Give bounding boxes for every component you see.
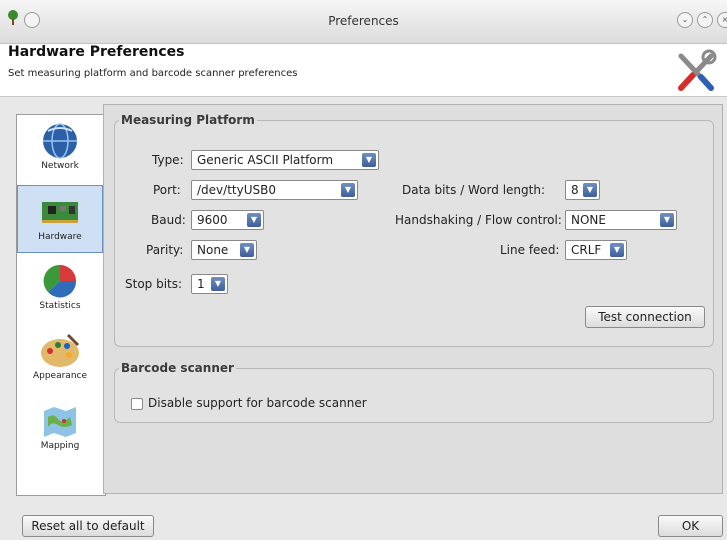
page-subtitle: Set measuring platform and barcode scann… xyxy=(8,68,298,79)
circuit-board-icon xyxy=(42,202,78,223)
sidebar-item-label: Statistics xyxy=(39,301,81,311)
sidebar-item-label: Mapping xyxy=(40,441,80,451)
ok-button[interactable]: OK xyxy=(658,515,723,537)
sidebar-item-label: Hardware xyxy=(38,232,82,242)
pie-chart-icon xyxy=(43,264,77,298)
title-bar: Preferences ⌄ ⌃ × xyxy=(0,0,727,44)
page-header: Hardware Preferences Set measuring platf… xyxy=(0,44,727,97)
selected-value: 9600 xyxy=(197,213,228,227)
chevron-down-icon: ▼ xyxy=(240,243,254,257)
line-feed-label: Line feed: xyxy=(500,243,560,257)
footer-bar: Reset all to default OK xyxy=(0,496,727,540)
selected-value: 8 xyxy=(571,183,579,197)
sidebar-item-label: Appearance xyxy=(32,371,88,381)
map-icon xyxy=(44,407,76,437)
sidebar-item-network[interactable]: Network xyxy=(17,117,103,183)
group-title: Barcode scanner xyxy=(121,361,234,375)
settings-pane: Measuring Platform Type: Generic ASCII P… xyxy=(103,104,723,494)
baud-label: Baud: xyxy=(151,213,186,227)
globe-icon xyxy=(43,123,77,159)
chevron-down-icon: ▼ xyxy=(211,277,225,291)
stop-bits-select[interactable]: 1 ▼ xyxy=(191,274,228,294)
data-bits-label: Data bits / Word length: xyxy=(402,183,545,197)
chevron-down-icon: ▼ xyxy=(341,183,355,197)
palette-icon xyxy=(41,333,80,367)
close-button[interactable]: × xyxy=(717,12,727,28)
window-title: Preferences xyxy=(328,14,399,28)
parity-label: Parity: xyxy=(146,243,184,257)
selected-value: 1 xyxy=(197,277,205,291)
type-select[interactable]: Generic ASCII Platform ▼ xyxy=(191,150,379,170)
sidebar-item-statistics[interactable]: Statistics xyxy=(17,257,103,323)
sidebar-item-mapping[interactable]: Mapping xyxy=(17,397,103,463)
reset-all-button[interactable]: Reset all to default xyxy=(22,515,154,537)
selected-value: NONE xyxy=(571,213,606,227)
chevron-down-icon: ▼ xyxy=(583,183,597,197)
stop-bits-label: Stop bits: xyxy=(125,277,183,291)
chevron-down-icon: ▼ xyxy=(362,153,376,167)
page-title: Hardware Preferences xyxy=(8,44,185,60)
minimize-button[interactable]: ⌄ xyxy=(677,12,693,28)
tools-icon xyxy=(678,49,717,91)
chevron-down-icon: ▼ xyxy=(610,243,624,257)
selected-value: CRLF xyxy=(571,243,602,257)
sidebar-item-hardware[interactable]: Hardware xyxy=(17,185,103,253)
test-connection-button[interactable]: Test connection xyxy=(585,306,705,328)
maximize-button[interactable]: ⌃ xyxy=(697,12,713,28)
selected-value: Generic ASCII Platform xyxy=(197,153,334,167)
baud-select[interactable]: 9600 ▼ xyxy=(191,210,264,230)
sidebar-item-appearance[interactable]: Appearance xyxy=(17,327,103,393)
parity-select[interactable]: None ▼ xyxy=(191,240,257,260)
port-select[interactable]: /dev/ttyUSB0 ▼ xyxy=(191,180,358,200)
data-bits-select[interactable]: 8 ▼ xyxy=(565,180,600,200)
selected-value: None xyxy=(197,243,229,257)
barcode-scanner-group: Barcode scanner xyxy=(114,361,714,423)
handshaking-select[interactable]: NONE ▼ xyxy=(565,210,677,230)
line-feed-select[interactable]: CRLF ▼ xyxy=(565,240,627,260)
port-label: Port: xyxy=(153,183,181,197)
group-title: Measuring Platform xyxy=(121,113,255,127)
sidebar-nav: Network Hardware Statistics Appearance M… xyxy=(16,114,106,496)
handshaking-label: Handshaking / Flow control: xyxy=(395,213,562,227)
selected-value: /dev/ttyUSB0 xyxy=(197,183,276,197)
type-label: Type: xyxy=(152,153,184,167)
disable-barcode-checkbox[interactable] xyxy=(131,398,143,410)
chevron-down-icon: ▼ xyxy=(247,213,261,227)
disable-barcode-label[interactable]: Disable support for barcode scanner xyxy=(148,396,367,410)
chevron-down-icon: ▼ xyxy=(660,213,674,227)
sidebar-item-label: Network xyxy=(41,161,79,171)
